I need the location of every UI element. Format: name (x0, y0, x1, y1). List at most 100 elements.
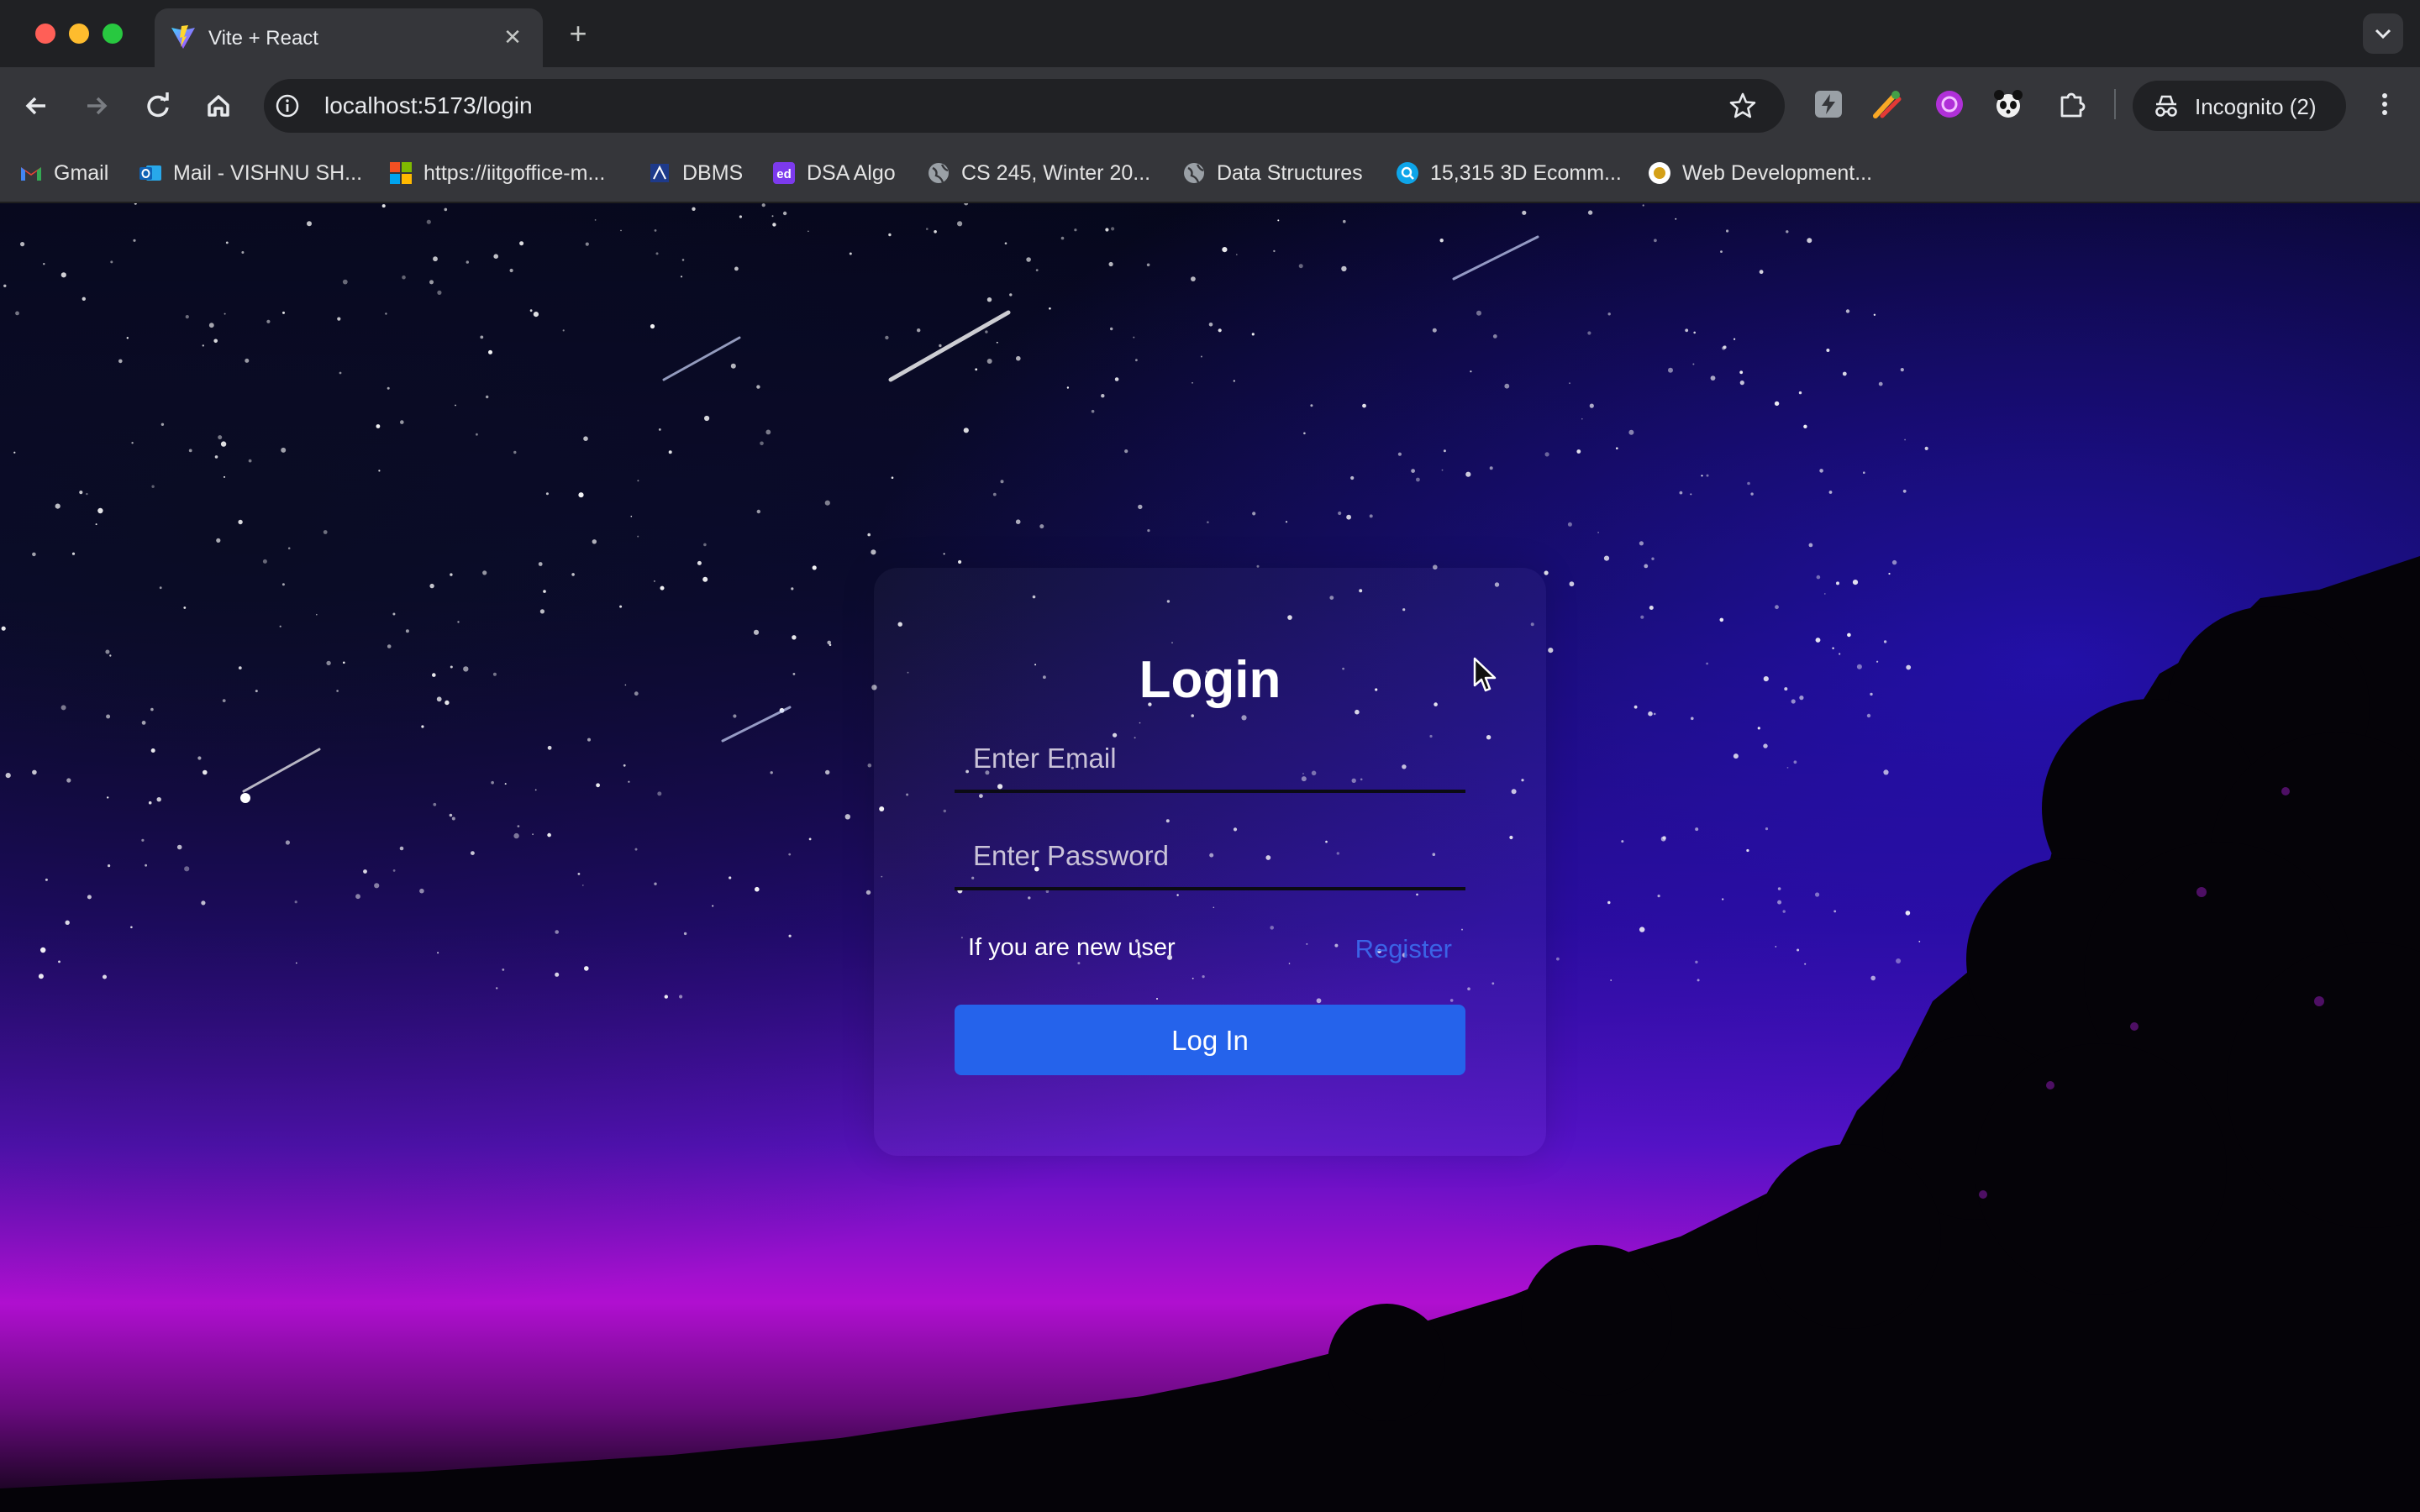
password-field[interactable] (955, 825, 1465, 890)
bookmark-mail[interactable]: Mail - VISHNU SH... (138, 156, 362, 190)
star-dot (60, 272, 66, 278)
star-dot (547, 832, 551, 837)
star-dot (1873, 313, 1876, 316)
star-dot (664, 995, 668, 999)
svg-text:ed: ed (776, 167, 792, 181)
star-dot (106, 714, 111, 719)
star-dot (660, 585, 665, 591)
star-dot (1675, 218, 1677, 220)
bookmark-dsa-algo[interactable]: ed DSA Algo (771, 156, 896, 190)
star-dot (1441, 469, 1444, 471)
star-dot (1091, 409, 1095, 413)
star-dot (245, 358, 250, 363)
star-dot (1581, 417, 1583, 420)
incognito-label: Incognito (2) (2195, 94, 2317, 119)
star-dot (482, 570, 487, 575)
star-dot (1878, 381, 1883, 386)
home-icon[interactable] (198, 86, 239, 126)
incognito-button[interactable]: Incognito (2) (2133, 81, 2346, 131)
tab-vite-react[interactable]: Vite + React ✕ (155, 8, 543, 67)
star-dot (1110, 327, 1113, 331)
site-info-icon[interactable] (274, 92, 301, 119)
star-dot (449, 813, 453, 817)
star-dot (1786, 230, 1789, 234)
panda-extension-icon[interactable] (1991, 87, 2025, 121)
purple-extension-icon[interactable] (1933, 87, 1966, 121)
star-dot (118, 359, 123, 364)
bookmark-star-icon[interactable] (1728, 91, 1758, 121)
bookmark-gmail[interactable]: Gmail (18, 156, 108, 190)
star-dot (1285, 521, 1288, 523)
star-dot (150, 748, 155, 753)
star-dot (1763, 743, 1768, 748)
register-link[interactable]: Register (1355, 934, 1452, 964)
star-dot (1138, 504, 1143, 510)
star-dot (222, 699, 226, 702)
star-dot (238, 666, 242, 669)
bookmark-data-structures[interactable]: Data Structures (1181, 156, 1363, 190)
star-dot (1828, 491, 1833, 494)
new-tab-button[interactable]: + (561, 17, 595, 50)
back-arrow-icon[interactable] (17, 86, 57, 126)
star-dot (392, 869, 396, 872)
minimize-window-button[interactable] (69, 24, 89, 44)
star-dot (571, 573, 575, 576)
puzzle-extensions-icon[interactable] (2055, 87, 2089, 121)
star-dot (1192, 382, 1193, 384)
star-dot (943, 553, 945, 555)
star-dot (668, 450, 672, 454)
star-dot (1, 626, 6, 631)
bookmark-web-development[interactable]: Web Development... (1647, 156, 1872, 190)
star-dot (1695, 960, 1698, 963)
reload-icon[interactable] (138, 86, 178, 126)
bookmark-cs245[interactable]: CS 245, Winter 20... (926, 156, 1150, 190)
star-dot (888, 233, 892, 237)
star-dot (1074, 228, 1077, 232)
bookmark-3d-ecommerce[interactable]: 15,315 3D Ecomm... (1395, 156, 1622, 190)
star-dot (400, 420, 404, 424)
star-dot (496, 987, 498, 990)
star-dot (378, 470, 381, 472)
star-dot (1236, 254, 1238, 255)
lightning-extension-icon[interactable] (1812, 87, 1845, 121)
star-dot (1207, 521, 1209, 523)
login-button[interactable]: Log In (955, 1005, 1465, 1075)
star-dot (307, 221, 312, 227)
star-dot (502, 969, 505, 971)
email-field[interactable] (955, 727, 1465, 793)
close-window-button[interactable] (35, 24, 55, 44)
star-dot (1804, 963, 1807, 965)
star-dot (1726, 229, 1729, 233)
star-dot (1544, 570, 1549, 575)
star-dot (926, 228, 929, 230)
tab-title: Vite + React (208, 27, 318, 50)
star-dot (1657, 895, 1660, 898)
star-dot (130, 926, 133, 929)
star-dot (1782, 910, 1786, 913)
microsoft-icon (390, 162, 412, 184)
star-dot (1839, 653, 1841, 655)
star-dot (1791, 699, 1796, 704)
star-dot (491, 780, 494, 785)
star-dot (992, 492, 997, 496)
star-dot (658, 428, 661, 431)
tab-search-button[interactable] (2363, 13, 2403, 54)
bookmark-iitgoffice[interactable]: https://iitgoffice-m... (388, 156, 605, 190)
email-input[interactable] (955, 727, 1465, 790)
password-input[interactable] (955, 825, 1465, 887)
star-dot (782, 211, 787, 216)
star-dot (343, 661, 345, 664)
star-dot (426, 219, 431, 224)
more-menu-icon[interactable] (2368, 87, 2402, 121)
maximize-window-button[interactable] (103, 24, 123, 44)
bookmark-dbms[interactable]: DBMS (647, 156, 743, 190)
forward-arrow-icon[interactable] (76, 86, 116, 126)
star-dot (1706, 662, 1708, 665)
star-dot (1060, 236, 1065, 240)
star-dot (657, 791, 662, 796)
close-tab-icon[interactable]: ✕ (497, 22, 528, 52)
star-dot (131, 442, 134, 444)
rocket-extension-icon[interactable] (1870, 87, 1904, 121)
star-dot (1016, 355, 1021, 361)
url-text[interactable]: localhost:5173/login (324, 92, 533, 119)
